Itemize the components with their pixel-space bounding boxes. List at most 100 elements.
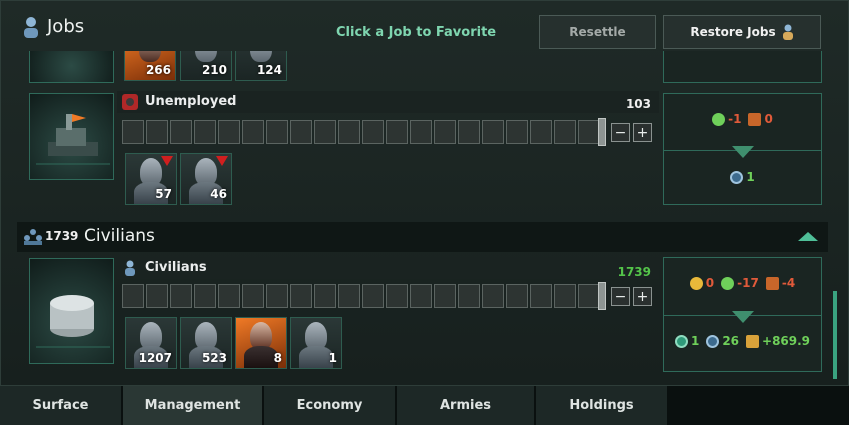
job-slot[interactable]	[530, 284, 552, 308]
pop-card[interactable]: 124	[235, 51, 287, 81]
job-slot[interactable]	[218, 120, 240, 144]
job-slot[interactable]	[410, 120, 432, 144]
pop-card[interactable]: 266	[124, 51, 176, 81]
job-header-civilians[interactable]: Civilians 1739	[117, 257, 659, 279]
pop-card[interactable]: 57	[125, 153, 177, 205]
job-slot[interactable]	[146, 120, 168, 144]
produces-line: 1	[664, 170, 821, 184]
job-slot[interactable]	[242, 284, 264, 308]
job-slot[interactable]	[578, 120, 600, 144]
job-slot[interactable]	[506, 284, 528, 308]
slots-slider-handle[interactable]	[598, 282, 606, 310]
job-slots[interactable]	[122, 284, 600, 310]
unhappy-marker-icon	[161, 156, 173, 166]
pop-card[interactable]: 46	[180, 153, 232, 205]
pop-card[interactable]: 1207	[125, 317, 177, 369]
increase-jobs-button[interactable]: +	[633, 287, 652, 306]
job-header-unemployed[interactable]: Unemployed 103	[117, 91, 659, 113]
unity-value: 26	[722, 334, 740, 348]
pop-count: 523	[201, 351, 227, 365]
job-slot[interactable]	[146, 284, 168, 308]
job-slot[interactable]	[386, 120, 408, 144]
civilian-icon	[125, 260, 135, 276]
scrollbar[interactable]	[833, 291, 837, 379]
restore-jobs-button[interactable]: Restore Jobs	[663, 15, 821, 49]
consumer-goods-icon	[765, 276, 779, 290]
job-slot[interactable]	[482, 120, 504, 144]
job-slot[interactable]	[482, 284, 504, 308]
job-slot[interactable]	[458, 120, 480, 144]
unity-icon	[730, 170, 744, 184]
job-slot[interactable]	[578, 284, 600, 308]
job-slot[interactable]	[410, 284, 432, 308]
job-slot[interactable]	[434, 120, 456, 144]
job-slot[interactable]	[290, 120, 312, 144]
food-value: -17	[737, 276, 759, 290]
job-slot[interactable]	[362, 284, 384, 308]
job-slot[interactable]	[554, 120, 576, 144]
job-thumbnail	[29, 51, 114, 83]
decrease-jobs-button[interactable]: −	[611, 123, 630, 142]
planet-view-tabs: Surface Management Economy Armies Holdin…	[0, 386, 849, 425]
arrow-down-icon	[732, 146, 754, 158]
pop-portrait	[139, 51, 161, 62]
pop-card[interactable]: 210	[180, 51, 232, 81]
tab-label: Holdings	[569, 398, 634, 413]
unhappy-marker-icon	[216, 156, 228, 166]
pop-card[interactable]: 523	[180, 317, 232, 369]
job-slot[interactable]	[362, 120, 384, 144]
job-effects-panel-civilians: 0 -17 -4 1 26 +869.9	[663, 257, 822, 372]
restore-jobs-label: Restore Jobs	[690, 25, 776, 39]
job-slot[interactable]	[338, 120, 360, 144]
tab-surface[interactable]: Surface	[0, 386, 122, 425]
pop-card[interactable]: 1	[290, 317, 342, 369]
job-slot[interactable]	[122, 120, 144, 144]
tab-label: Surface	[32, 398, 89, 413]
job-slot[interactable]	[314, 284, 336, 308]
job-slot[interactable]	[122, 284, 144, 308]
decrease-jobs-button[interactable]: −	[611, 287, 630, 306]
job-slot[interactable]	[386, 284, 408, 308]
job-slot[interactable]	[194, 120, 216, 144]
produces-line: 1 26 +869.9	[664, 334, 821, 348]
jobs-list[interactable]: 266 210 124 47 2	[1, 51, 849, 381]
job-slot[interactable]	[314, 120, 336, 144]
job-effects-panel: 47 2	[663, 51, 822, 83]
job-slot[interactable]	[218, 284, 240, 308]
tab-holdings[interactable]: Holdings	[536, 386, 668, 425]
job-slot[interactable]	[266, 284, 288, 308]
pop-count: 266	[145, 63, 171, 77]
job-slot[interactable]	[554, 284, 576, 308]
job-slot[interactable]	[242, 120, 264, 144]
job-slot[interactable]	[170, 284, 192, 308]
job-slot[interactable]	[434, 284, 456, 308]
pop-count: 210	[201, 63, 227, 77]
category-bar-civilians[interactable]: 1739 Civilians	[17, 222, 828, 252]
collapse-toggle-icon[interactable]	[798, 232, 818, 241]
job-slot[interactable]	[266, 120, 288, 144]
pop-count: 8	[273, 351, 282, 365]
job-thumbnail-unemployed	[29, 93, 114, 180]
job-slot[interactable]	[338, 284, 360, 308]
job-slot[interactable]	[290, 284, 312, 308]
pop-card[interactable]: 8	[235, 317, 287, 369]
tab-economy[interactable]: Economy	[264, 386, 396, 425]
pop-person-icon	[782, 24, 793, 40]
jobs-panel: Jobs Click a Job to Favorite Resettle Re…	[0, 0, 849, 386]
increase-jobs-button[interactable]: +	[633, 123, 652, 142]
job-slots[interactable]	[122, 120, 600, 146]
resettle-button[interactable]: Resettle	[539, 15, 656, 49]
slots-slider-handle[interactable]	[598, 118, 606, 146]
pop-portrait	[195, 51, 217, 62]
population-icon	[24, 229, 42, 245]
tab-management[interactable]: Management	[123, 386, 263, 425]
job-slot[interactable]	[530, 120, 552, 144]
favorite-hint: Click a Job to Favorite	[336, 25, 497, 40]
resettle-label: Resettle	[569, 25, 626, 39]
food-icon	[712, 112, 726, 126]
tab-armies[interactable]: Armies	[397, 386, 535, 425]
job-slot[interactable]	[194, 284, 216, 308]
job-slot[interactable]	[458, 284, 480, 308]
job-slot[interactable]	[506, 120, 528, 144]
job-slot[interactable]	[170, 120, 192, 144]
